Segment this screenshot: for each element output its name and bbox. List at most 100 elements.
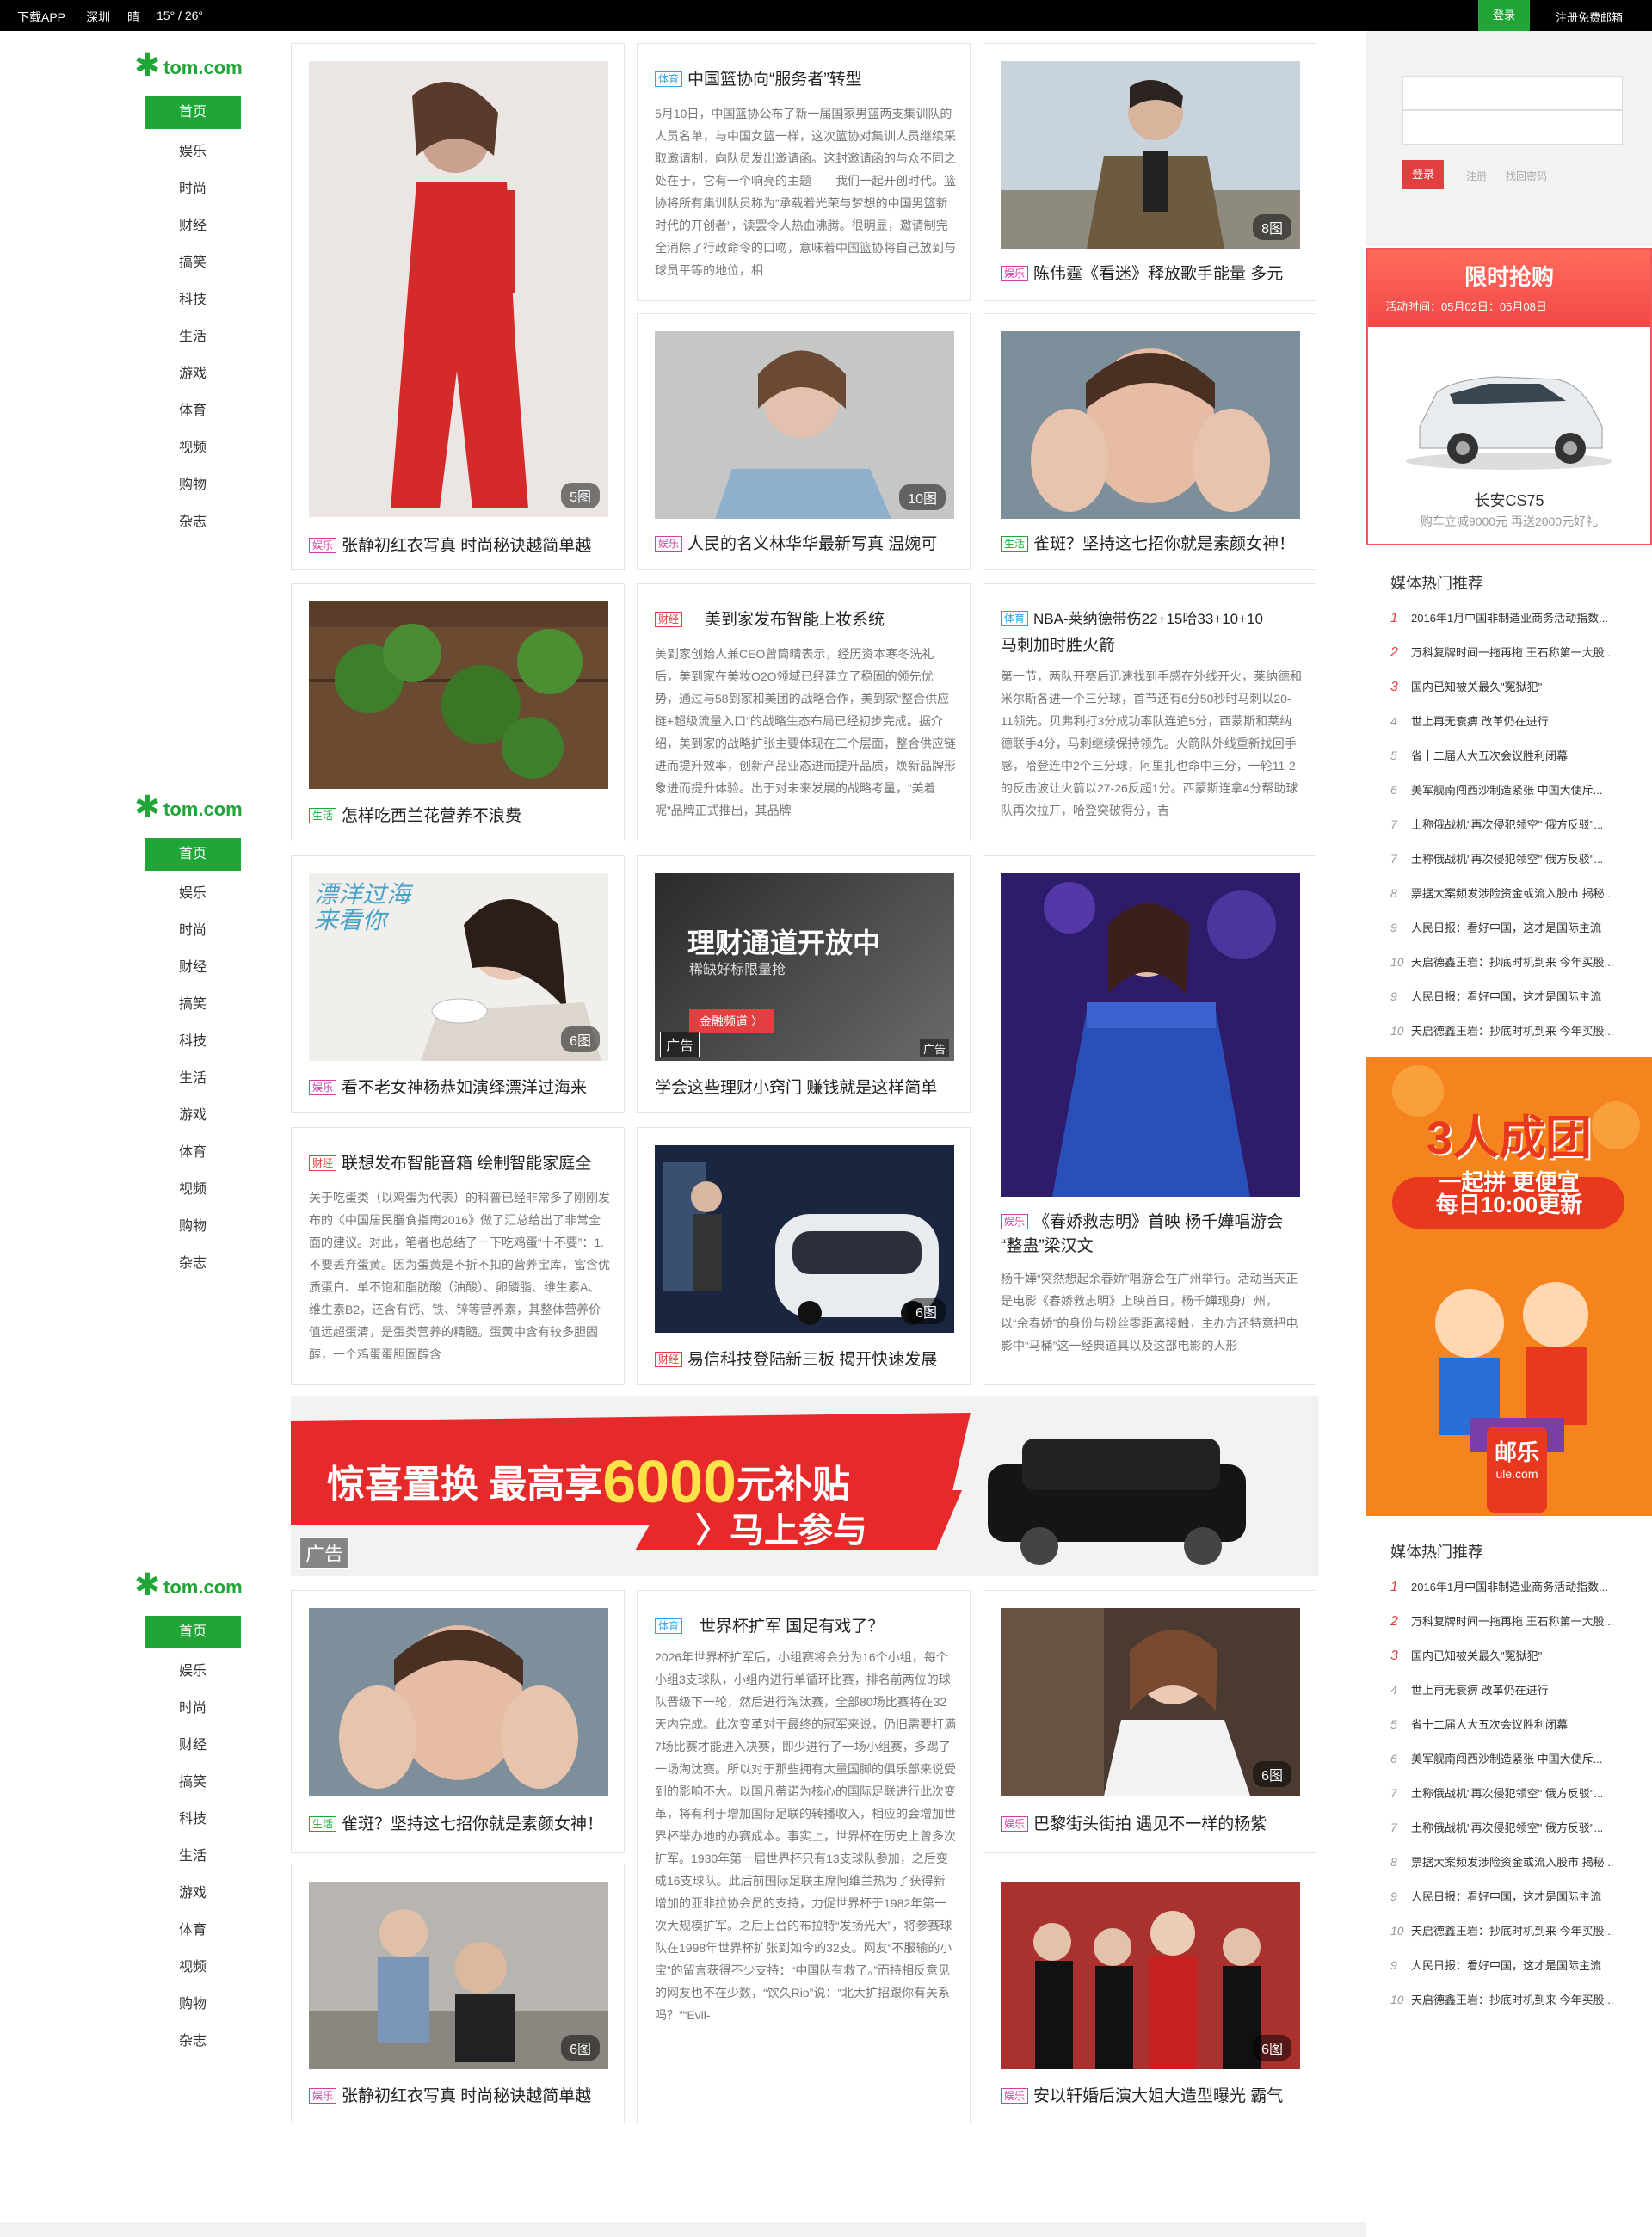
article-card[interactable]: 5图 娱乐 张静初红衣写真 时尚秘诀越简单越 bbox=[291, 43, 625, 570]
hot-item-title[interactable]: 天启德鑫王岩：抄底时机到来 今年买股... bbox=[1411, 956, 1613, 969]
article-card[interactable]: 8图 娱乐 陈伟霆《看迷》释放歌手能量 多元 bbox=[983, 43, 1316, 301]
article-title[interactable]: 财经 美到家发布智能上妆系统 bbox=[655, 607, 885, 630]
hot-item-title[interactable]: 票据大案频发涉险资金或流入股市 揭秘... bbox=[1411, 887, 1613, 900]
nav-item[interactable]: 娱乐 bbox=[145, 875, 241, 912]
article-title[interactable]: 体育 世界杯扩军 国足有戏了？ bbox=[655, 1613, 884, 1636]
nav-item[interactable]: 杂志 bbox=[145, 503, 241, 540]
hot-list-item[interactable]: 4 世上再无衰痹 改革仍在进行 bbox=[1390, 1681, 1640, 1716]
nav-item[interactable]: 杂志 bbox=[145, 2023, 241, 2060]
article-title[interactable]: 娱乐 人民的名义林华华最新写真 温婉可 bbox=[655, 531, 937, 554]
hot-item-title[interactable]: 世上再无衰痹 改革仍在进行 bbox=[1411, 1684, 1549, 1697]
article-title[interactable]: 生活 雀斑？坚持这七招你就是素颜女神！ bbox=[1001, 531, 1295, 554]
article-title[interactable]: 娱乐 《春娇救志明》首映 杨千嬅唱游会 bbox=[1001, 1209, 1283, 1232]
nav-item[interactable]: 科技 bbox=[145, 1023, 241, 1060]
tom-logo[interactable]: ✱ tom.com bbox=[134, 48, 255, 86]
hot-item-title[interactable]: 人民日报：看好中国，这才是国际主流 bbox=[1411, 921, 1601, 934]
password-input[interactable] bbox=[1402, 110, 1623, 145]
hot-list-item[interactable]: 5 省十二届人大五次会议胜利闭幕 bbox=[1390, 1716, 1640, 1750]
article-card[interactable]: 6图 娱乐 张静初红衣写真 时尚秘诀越简单越 bbox=[291, 1864, 625, 2123]
nav-item[interactable]: 搞笑 bbox=[145, 1764, 241, 1801]
article-card[interactable]: 6图 财经 易信科技登陆新三板 揭开快速发展 bbox=[637, 1127, 971, 1385]
register-link[interactable]: 注册 bbox=[1466, 169, 1487, 183]
download-app-link[interactable]: 下载APP bbox=[17, 9, 65, 26]
article-title[interactable]: 生活 雀斑？坚持这七招你就是素颜女神！ bbox=[309, 1811, 603, 1834]
nav-item[interactable]: 首页 bbox=[145, 1616, 241, 1648]
hot-list-item[interactable]: 2 万科复牌时间一拖再拖 王石称第一大股... bbox=[1390, 1612, 1640, 1647]
nav-item[interactable]: 游戏 bbox=[145, 355, 241, 392]
hot-list-item[interactable]: 9 人民日报：看好中国，这才是国际主流 bbox=[1390, 988, 1640, 1022]
hot-list-item[interactable]: 5 省十二届人大五次会议胜利闭幕 bbox=[1390, 747, 1640, 781]
hot-item-title[interactable]: 万科复牌时间一拖再拖 王石称第一大股... bbox=[1411, 646, 1613, 659]
nav-item[interactable]: 首页 bbox=[145, 838, 241, 871]
nav-item[interactable]: 购物 bbox=[145, 1986, 241, 2023]
nav-item[interactable]: 财经 bbox=[145, 949, 241, 986]
article-title-line2[interactable]: 马刺加时胜火箭 bbox=[1001, 632, 1115, 656]
hot-item-title[interactable]: 天启德鑫王岩：抄底时机到来 今年买股... bbox=[1411, 1925, 1613, 1938]
hot-list-item[interactable]: 7 土称俄战机"再次侵犯领空" 俄方反驳"... bbox=[1390, 1784, 1640, 1819]
article-card[interactable]: 漂洋过海 来看你 6图 娱乐 看不老女神杨恭如演绎漂洋过海来 bbox=[291, 855, 625, 1113]
article-card[interactable]: 10图 娱乐 人民的名义林华华最新写真 温婉可 bbox=[637, 313, 971, 570]
nav-item[interactable]: 视频 bbox=[145, 429, 241, 466]
hot-list-item[interactable]: 8 票据大案频发涉险资金或流入股市 揭秘... bbox=[1390, 884, 1640, 919]
nav-item[interactable]: 购物 bbox=[145, 466, 241, 503]
article-title[interactable]: 体育 中国篮协向“服务者”转型 bbox=[655, 66, 862, 89]
article-title[interactable]: 娱乐 张静初红衣写真 时尚秘诀越简单越 bbox=[309, 533, 591, 556]
ad-cta-button[interactable]: 金融频道 〉 bbox=[689, 1009, 774, 1033]
article-title[interactable]: 体育 NBA-莱纳德带伤22+15哈33+10+10 bbox=[1001, 607, 1263, 628]
nav-item[interactable]: 生活 bbox=[145, 318, 241, 355]
hot-list-item[interactable]: 7 土称俄战机"再次侵犯领空" 俄方反驳"... bbox=[1390, 850, 1640, 884]
hot-item-title[interactable]: 票据大案频发涉险资金或流入股市 揭秘... bbox=[1411, 1856, 1613, 1869]
forgot-password-link[interactable]: 找回密码 bbox=[1506, 169, 1547, 183]
article-card[interactable]: 娱乐 《春娇救志明》首映 杨千嬅唱游会 “整蛊”梁汉文 杨千嬅“突然想起余春娇”唱… bbox=[983, 855, 1316, 1385]
login-button[interactable]: 登录 bbox=[1402, 160, 1444, 189]
hot-item-title[interactable]: 美军舰南闯西沙制造紧张 中国大使斥... bbox=[1411, 784, 1602, 797]
nav-item[interactable]: 娱乐 bbox=[145, 133, 241, 170]
text-article-card[interactable]: 财经 联想发布智能音箱 绘制智能家庭全 关于吃蛋类（以鸡蛋为代表）的科普已经非常多… bbox=[291, 1127, 625, 1385]
hot-item-title[interactable]: 2016年1月中国非制造业商务活动指数... bbox=[1411, 612, 1608, 625]
article-title[interactable]: 财经 联想发布智能音箱 绘制智能家庭全 bbox=[309, 1150, 591, 1174]
nav-item[interactable]: 科技 bbox=[145, 1801, 241, 1838]
nav-item[interactable]: 购物 bbox=[145, 1208, 241, 1245]
article-title[interactable]: 生活 怎样吃西兰花营养不浪费 bbox=[309, 803, 521, 826]
hot-item-title[interactable]: 万科复牌时间一拖再拖 王石称第一大股... bbox=[1411, 1615, 1613, 1628]
article-title[interactable]: 财经 易信科技登陆新三板 揭开快速发展 bbox=[655, 1347, 937, 1370]
hot-list-item[interactable]: 4 世上再无衰痹 改革仍在进行 bbox=[1390, 712, 1640, 747]
nav-item[interactable]: 生活 bbox=[145, 1060, 241, 1097]
hot-item-title[interactable]: 国内已知被关最久"冤狱犯" bbox=[1411, 681, 1542, 693]
hot-item-title[interactable]: 省十二届人大五次会议胜利闭幕 bbox=[1411, 1718, 1568, 1731]
nav-item[interactable]: 财经 bbox=[145, 1727, 241, 1764]
text-article-card[interactable]: 体育 NBA-莱纳德带伤22+15哈33+10+10 马刺加时胜火箭 第一节，两队… bbox=[983, 583, 1316, 841]
article-title[interactable]: 娱乐 看不老女神杨恭如演绎漂洋过海来 bbox=[309, 1075, 587, 1098]
nav-item[interactable]: 首页 bbox=[145, 96, 241, 129]
nav-item[interactable]: 财经 bbox=[145, 207, 241, 244]
hot-list-item[interactable]: 9 人民日报：看好中国，这才是国际主流 bbox=[1390, 1888, 1640, 1922]
hot-item-title[interactable]: 省十二届人大五次会议胜利闭幕 bbox=[1411, 749, 1568, 762]
nav-item[interactable]: 体育 bbox=[145, 1134, 241, 1171]
article-title[interactable]: 娱乐 巴黎街头街拍 遇见不一样的杨紫 bbox=[1001, 1811, 1267, 1834]
ad-card[interactable]: 理财通道开放中 稀缺好标限量抢 金融频道 〉 广告 广告 学会这些理财小窍门 赚… bbox=[637, 855, 971, 1113]
username-input[interactable] bbox=[1402, 76, 1623, 110]
hot-item-title[interactable]: 人民日报：看好中国，这才是国际主流 bbox=[1411, 1959, 1601, 1972]
article-title[interactable]: 娱乐 张静初红衣写真 时尚秘诀越简单越 bbox=[309, 2083, 591, 2106]
nav-item[interactable]: 游戏 bbox=[145, 1875, 241, 1912]
hot-item-title[interactable]: 国内已知被关最久"冤狱犯" bbox=[1411, 1649, 1542, 1662]
hot-item-title[interactable]: 人民日报：看好中国，这才是国际主流 bbox=[1411, 990, 1601, 1003]
nav-item[interactable]: 游戏 bbox=[145, 1097, 241, 1134]
hot-item-title[interactable]: 土称俄战机"再次侵犯领空" 俄方反驳"... bbox=[1411, 1821, 1603, 1834]
group-buy-promo-ad[interactable]: 3人成团 一起拼 更便宜 每日10:00更新 邮乐 ule.com bbox=[1366, 1057, 1652, 1516]
hot-item-title[interactable]: 天启德鑫王岩：抄底时机到来 今年买股... bbox=[1411, 1025, 1613, 1038]
hot-item-title[interactable]: 2016年1月中国非制造业商务活动指数... bbox=[1411, 1581, 1608, 1593]
hot-list-item[interactable]: 6 美军舰南闯西沙制造紧张 中国大使斥... bbox=[1390, 1750, 1640, 1784]
city[interactable]: 深圳 bbox=[86, 9, 110, 26]
hot-item-title[interactable]: 天启德鑫王岩：抄底时机到来 今年买股... bbox=[1411, 1994, 1613, 2006]
article-card[interactable]: 6图 娱乐 巴黎街头街拍 遇见不一样的杨紫 bbox=[983, 1590, 1316, 1853]
hot-list-item[interactable]: 9 人民日报：看好中国，这才是国际主流 bbox=[1390, 919, 1640, 953]
nav-item[interactable]: 视频 bbox=[145, 1949, 241, 1986]
hot-list-item[interactable]: 10 天启德鑫王岩：抄底时机到来 今年买股... bbox=[1390, 1922, 1640, 1957]
nav-item[interactable]: 体育 bbox=[145, 392, 241, 429]
hot-list-item[interactable]: 1 2016年1月中国非制造业商务活动指数... bbox=[1390, 609, 1640, 644]
nav-item[interactable]: 体育 bbox=[145, 1912, 241, 1949]
nav-item[interactable]: 时尚 bbox=[145, 912, 241, 949]
ad-title[interactable]: 学会这些理财小窍门 赚钱就是这样简单 bbox=[655, 1075, 937, 1098]
banner-cta[interactable]: 〉马上参与 bbox=[695, 1502, 867, 1552]
